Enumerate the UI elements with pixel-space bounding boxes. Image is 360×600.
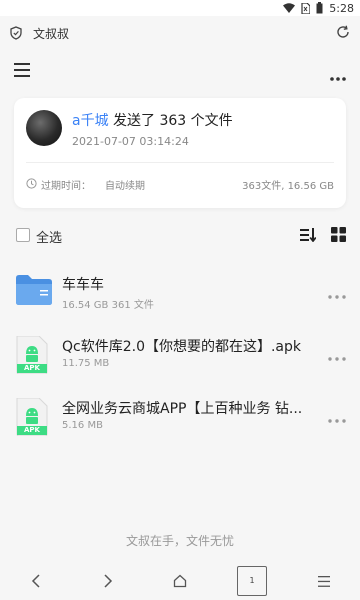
file-item-apk[interactable]: APK Qc软件库2.0【你想要的都在这】.apk 11.75 MB — [0, 334, 360, 384]
folder-icon — [15, 274, 53, 310]
selection-toolbar: 全选 — [0, 222, 360, 250]
sender-name[interactable]: a千城 — [72, 113, 109, 129]
menu-button[interactable] — [14, 62, 30, 81]
status-time: 5:28 — [329, 1, 354, 15]
expire-info: 过期时间： 自动续期 — [26, 177, 145, 192]
app-title: 文叔叔 — [33, 27, 70, 41]
sort-icon[interactable] — [300, 227, 317, 246]
file-item-folder[interactable]: 车车车 16.54 GB 361 文件 — [0, 272, 360, 322]
nav-row — [0, 54, 360, 84]
sender-line: a千城 发送了 363 个文件 — [72, 110, 233, 130]
expire-value: 自动续期 — [105, 181, 145, 192]
expire-label: 过期时间： — [41, 181, 91, 192]
file-more-button[interactable] — [328, 408, 346, 427]
select-all-checkbox[interactable] — [16, 228, 30, 242]
share-info-card: a千城 发送了 363 个文件 2021-07-07 03:14:24 过期时间… — [14, 98, 346, 208]
refresh-button[interactable] — [336, 24, 350, 43]
home-icon[interactable] — [165, 566, 195, 596]
file-name: 全网业务云商城APP【上百种业务 钻... — [62, 401, 303, 417]
tabs-button[interactable]: 1 — [237, 566, 267, 596]
grid-view-icon[interactable] — [331, 227, 346, 246]
more-options-button[interactable] — [330, 66, 346, 85]
shield-icon — [10, 25, 22, 44]
footer-slogan: 文叔在手，文件无忧 — [125, 534, 234, 548]
file-name: 车车车 — [62, 277, 104, 293]
clock-icon — [26, 177, 37, 192]
apk-badge: APK — [24, 426, 40, 434]
browser-bottom-nav: 1 — [0, 562, 360, 600]
file-more-button[interactable] — [328, 284, 346, 303]
sent-time: 2021-07-07 03:14:24 — [72, 135, 189, 148]
file-meta: 11.75 MB — [62, 358, 110, 369]
battery-icon — [316, 2, 323, 14]
divider — [26, 162, 334, 163]
forward-icon[interactable] — [93, 566, 123, 596]
share-summary: 363文件, 16.56 GB — [242, 181, 334, 192]
wifi-icon — [283, 3, 296, 13]
app-header: 文叔叔 — [0, 18, 360, 48]
status-bar: 5:28 — [0, 0, 360, 16]
select-all-label[interactable]: 全选 — [36, 227, 62, 246]
file-meta: 5.16 MB — [62, 420, 103, 431]
browser-menu-icon[interactable] — [309, 566, 339, 596]
apk-badge: APK — [24, 364, 40, 372]
avatar — [26, 110, 62, 146]
sim-icon — [301, 2, 311, 14]
back-icon[interactable] — [21, 566, 51, 596]
sent-text: 发送了 363 个文件 — [108, 113, 233, 129]
file-meta: 16.54 GB 361 文件 — [62, 300, 154, 311]
file-item-apk[interactable]: APK 全网业务云商城APP【上百种业务 钻... 5.16 MB — [0, 396, 360, 446]
file-name: Qc软件库2.0【你想要的都在这】.apk — [62, 339, 302, 355]
file-more-button[interactable] — [328, 346, 346, 365]
tab-count: 1 — [237, 566, 267, 596]
